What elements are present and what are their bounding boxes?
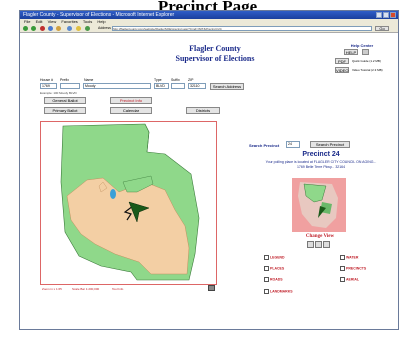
county-map-graphic [41,122,216,284]
polling-address-text: 1769 Belle Terre Pkwy... 32164 [296,165,346,169]
search-precinct-button[interactable]: Search Precinct [310,141,350,148]
polling-place-text: Your polling place is located at FLAGLER… [265,160,377,164]
legend-checkbox[interactable] [264,255,269,260]
change-view-title: Change View [305,234,335,239]
page-content: Flagler County Supervisor of Elections H… [20,33,398,329]
pan-icon[interactable] [323,241,330,248]
house-label: House # [40,78,54,82]
help-center-title: Help Center [350,43,374,48]
menu-edit[interactable]: Edit [36,19,43,24]
type-label: Type [154,78,162,82]
precinct-thumbnail-graphic [292,178,346,232]
general-ballot-button[interactable]: General Ballot [44,97,86,104]
layer-aerial[interactable]: AERIAL [340,277,359,282]
layer-places[interactable]: PLACES [264,266,284,271]
home-icon[interactable] [56,26,61,31]
window-titlebar: Flagler County - Supervisor of Elections… [20,11,398,19]
page-title: Flagler County [189,44,241,53]
layer-roads[interactable]: ROADS [264,277,283,282]
prefix-select[interactable] [60,83,80,89]
prefix-label: Prefix [60,78,69,82]
precinct-title: Precinct 24 [302,151,340,158]
menu-file[interactable]: File [24,19,30,24]
layer-legend[interactable]: LEGEND [264,255,285,260]
menu-view[interactable]: View [48,19,57,24]
media-icon[interactable] [85,26,90,31]
address-search-form: House # Prefix Name Type Suffix ZIP 1769… [40,78,250,118]
street-name-input[interactable]: Moody [83,83,151,89]
primary-ballot-button[interactable]: Primary Ballot [44,107,86,114]
water-checkbox[interactable] [340,255,345,260]
address-bar[interactable]: http://flaglercounty.com/website/Flagler… [112,26,372,31]
roads-checkbox[interactable] [264,277,269,282]
layer-roads-label: ROADS [270,277,283,282]
zip-select[interactable]: 32110 [188,83,206,89]
toolbar: Address http://flaglercounty.com/website… [20,25,398,33]
layer-legend-label: LEGEND [270,255,285,260]
layer-precincts-label: PRECINCTS [346,266,367,271]
page-subtitle: Supervisor of Elections [175,54,255,63]
browser-window: Flagler County - Supervisor of Elections… [19,10,399,330]
layer-aerial-label: AERIAL [346,277,360,282]
precinct-thumbnail [292,178,346,232]
aerial-checkbox[interactable] [340,277,345,282]
maximize-button[interactable] [383,12,389,18]
menu-favorites[interactable]: Favorites [61,19,77,24]
pdf-text: Quick Guide (1.2 MB) [352,59,381,63]
name-label: Name [84,78,94,82]
map-footer-tool: Tool Info [112,287,124,291]
address-label: Address [98,26,111,30]
map-tool-icon[interactable] [208,285,215,291]
county-map[interactable] [40,121,217,285]
pdf-button[interactable]: PDF [335,58,349,64]
layer-precincts[interactable]: PRECINCTS [340,266,366,271]
type-select[interactable]: BLVD [154,83,169,89]
search-address-button[interactable]: Search Address [210,83,244,90]
help-icon[interactable] [362,49,369,55]
minimize-button[interactable] [376,12,382,18]
precinct-info-button[interactable]: Precinct Info [110,97,152,104]
window-title: Flagler County - Supervisor of Elections… [23,12,175,18]
video-text: Video Tutorial (2.3 MB) [352,68,383,72]
example-text: Example: 100 Moody BLVD [40,91,77,95]
menu-help[interactable]: Help [97,19,105,24]
lake [110,189,116,199]
precincts-checkbox[interactable] [340,266,345,271]
favorites-icon[interactable] [76,26,81,31]
districts-button[interactable]: Districts [186,107,220,114]
back-icon[interactable] [23,26,28,31]
search-icon[interactable] [67,26,72,31]
layer-places-label: PLACES [270,266,285,271]
help-button[interactable]: HELP [344,49,358,55]
house-number-input[interactable]: 1769 [40,83,57,89]
landmarks-checkbox[interactable] [264,289,269,294]
layer-landmarks-label: LANDMARKS [270,289,293,294]
help-center: Help Center HELP PDF Quick Guide (1.2 MB… [332,43,392,73]
places-checkbox[interactable] [264,266,269,271]
map-footer-scale: Scale Bar 1:200,000 [72,287,100,291]
layer-landmarks[interactable]: LANDMARKS [264,289,293,294]
zip-label: ZIP [188,78,194,82]
suffix-label: Suffix [171,78,180,82]
refresh-icon[interactable] [48,26,53,31]
precinct-select[interactable]: 24 [286,141,300,148]
forward-icon[interactable] [31,26,36,31]
layer-water[interactable]: WATER [340,255,358,260]
suffix-select[interactable] [171,83,185,89]
go-button[interactable]: Go [375,26,389,31]
zoom-in-icon[interactable] [307,241,314,248]
calendar-button[interactable]: Calendar [110,107,152,114]
search-precinct-label: Search Precinct [249,143,280,148]
map-footer-zoom: Zoom in x 1:65 [42,287,62,291]
video-button[interactable]: VIDEO [335,67,349,73]
close-button[interactable] [390,12,396,18]
stop-icon[interactable] [40,26,45,31]
menu-tools[interactable]: Tools [83,19,92,24]
zoom-out-icon[interactable] [315,241,322,248]
layer-water-label: WATER [346,255,359,260]
